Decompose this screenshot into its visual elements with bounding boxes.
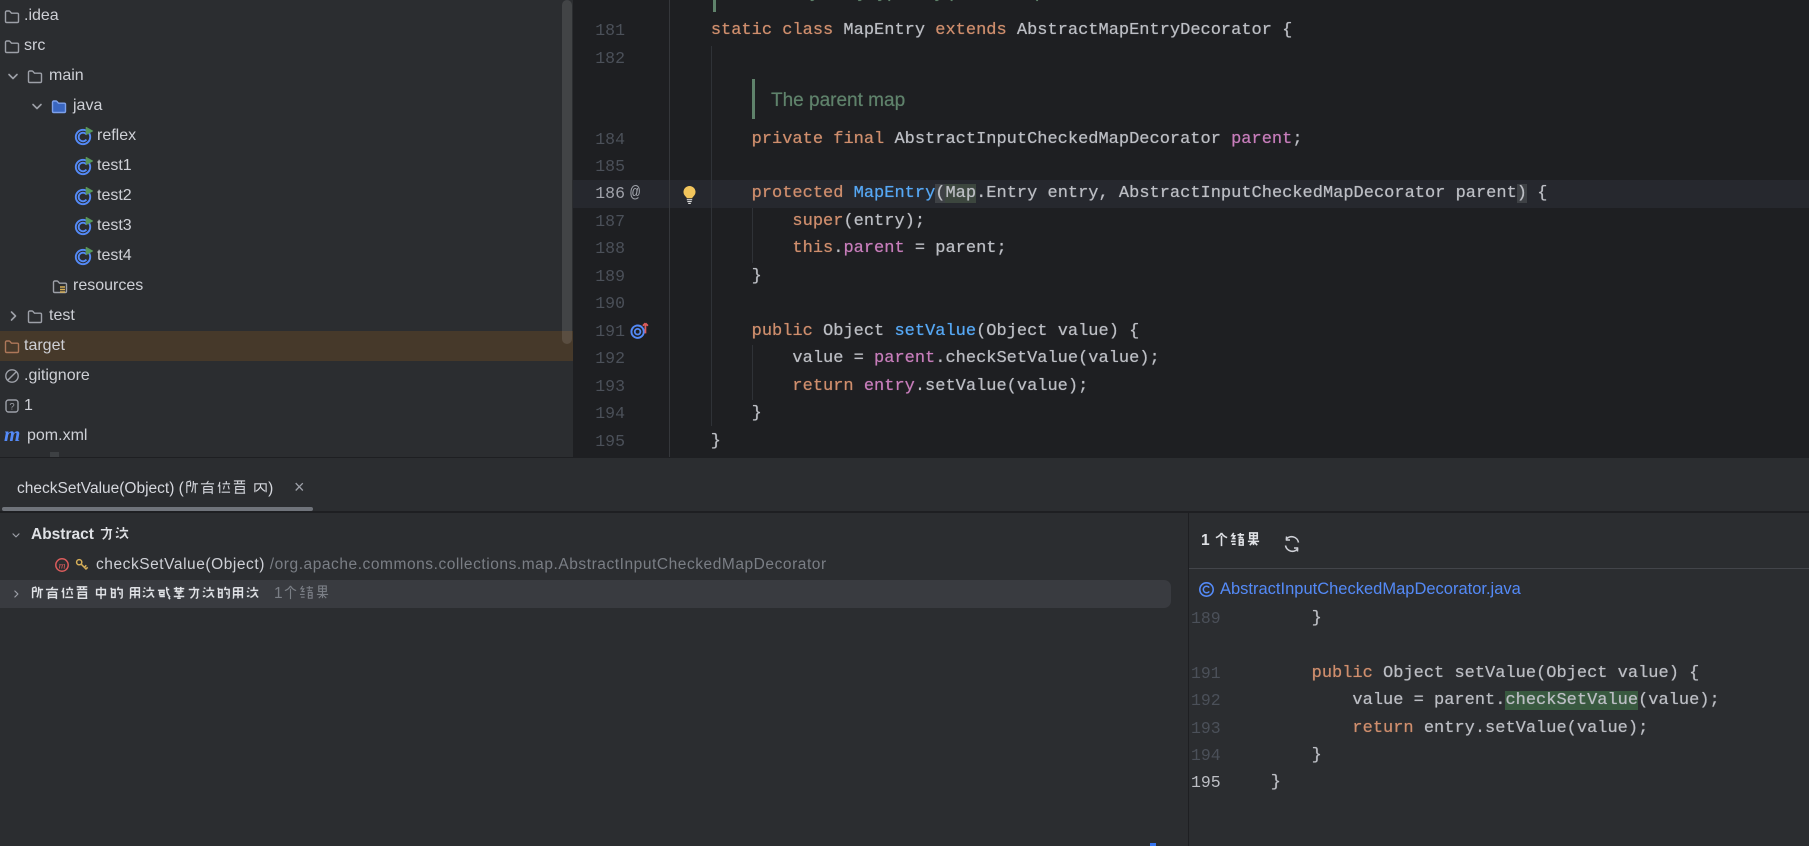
svg-text:m: m <box>59 562 66 572</box>
svg-text:?: ? <box>9 402 14 413</box>
